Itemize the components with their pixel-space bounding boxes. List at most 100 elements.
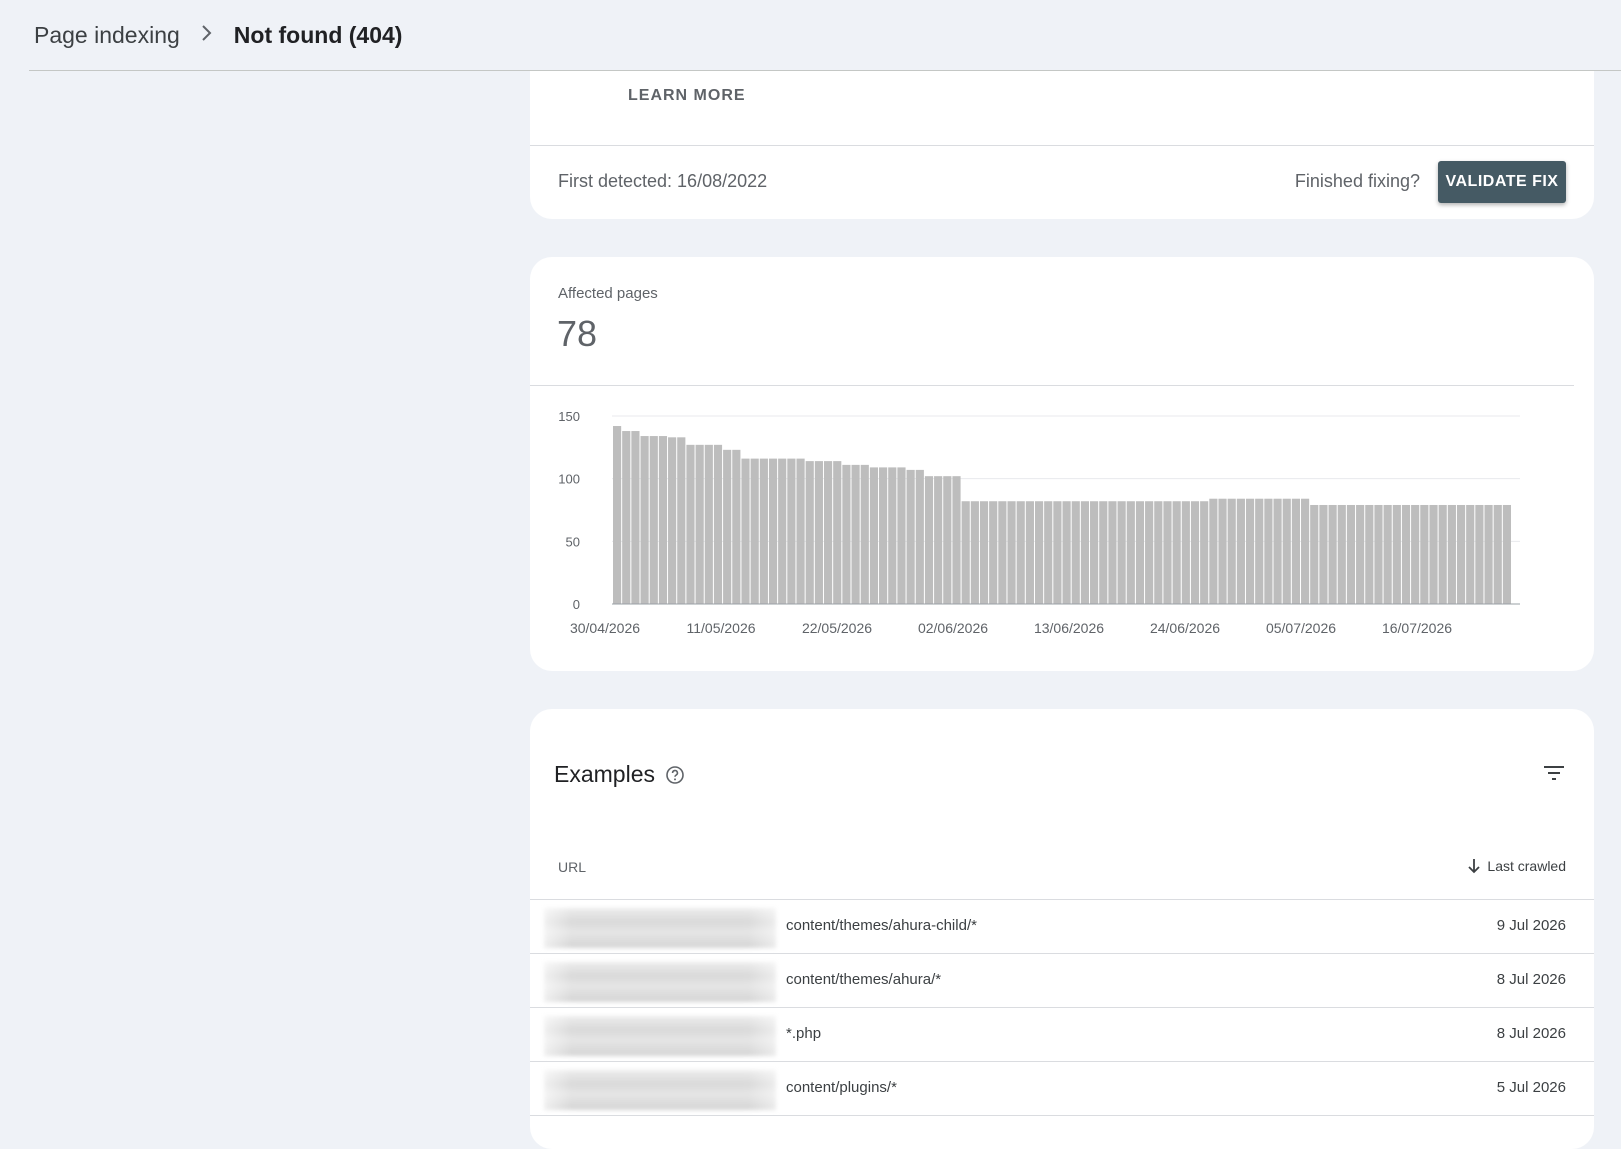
- chart-bar: [1447, 504, 1456, 604]
- y-tick-label: 50: [566, 534, 580, 549]
- affected-pages-card: Affected pages 78 0 50 100 150 30/04/2026 11/…: [530, 257, 1594, 671]
- first-detected-text: First detected: 16/08/2022: [558, 171, 768, 191]
- chart-bar: [668, 437, 677, 604]
- chart-bar: [1420, 504, 1429, 604]
- table-row[interactable]: content/themes/ahura-child/* 9 Jul 2026: [530, 899, 1594, 955]
- chart-bar: [778, 458, 787, 604]
- examples-card: Examples URL Last crawled content/themes…: [530, 709, 1594, 1149]
- chart-bar: [677, 437, 686, 604]
- column-header-last-crawled[interactable]: Last crawled: [1467, 858, 1566, 874]
- chart-bar: [1255, 498, 1264, 604]
- chart-bar: [1209, 498, 1218, 604]
- chart-bar: [1493, 504, 1502, 604]
- filter-icon[interactable]: [1542, 761, 1566, 785]
- column-header-url[interactable]: URL: [558, 859, 586, 875]
- chart-bar: [1117, 501, 1126, 604]
- y-tick-label: 150: [558, 409, 580, 424]
- affected-pages-label: Affected pages: [558, 285, 658, 302]
- table-row[interactable]: *.php 8 Jul 2026: [530, 1007, 1594, 1063]
- chevron-right-icon: [200, 22, 214, 48]
- chart-bar: [1466, 504, 1475, 604]
- issue-details-card: LEARN MORE First detected: 16/08/2022 Fi…: [530, 71, 1594, 219]
- row-last-crawled: 9 Jul 2026: [1496, 917, 1566, 934]
- chart-bar: [1475, 504, 1484, 604]
- chart-bar: [1145, 501, 1154, 604]
- chart-bar: [1392, 504, 1401, 604]
- breadcrumb: Page indexing Not found (404): [29, 0, 1621, 71]
- affected-pages-chart: 0 50 100 150 30/04/2026 11/05/2026 22/05/2026 0…: [558, 409, 1520, 636]
- chart-bar: [750, 458, 759, 604]
- chart-bar: [1429, 504, 1438, 604]
- chart-bar: [695, 444, 704, 604]
- row-last-crawled: 8 Jul 2026: [1496, 1025, 1566, 1042]
- row-url: content/themes/ahura-child/*: [786, 917, 977, 934]
- validate-fix-button[interactable]: VALIDATE FIX: [1438, 161, 1566, 203]
- chart-bar: [1282, 498, 1291, 604]
- row-url: content/plugins/*: [786, 1079, 897, 1096]
- y-tick-label: 0: [573, 597, 580, 612]
- x-tick-label: 11/05/2026: [686, 620, 755, 636]
- chart-bar: [1090, 501, 1099, 604]
- chart-bar: [1172, 501, 1181, 604]
- chart-bar: [915, 469, 924, 604]
- chart-bar: [1383, 504, 1392, 604]
- chart-bar: [823, 461, 833, 604]
- chart-bar: [943, 476, 952, 604]
- chart-bar: [970, 501, 979, 604]
- chart-bar: [888, 467, 897, 604]
- chart-bar: [1365, 504, 1374, 604]
- chart-bar: [1236, 498, 1245, 604]
- chart-bar: [1411, 504, 1420, 604]
- breadcrumb-page-indexing[interactable]: Page indexing: [34, 22, 180, 49]
- chart-bar: [741, 458, 750, 604]
- chart-bar: [1181, 501, 1190, 604]
- chart-bar: [1034, 501, 1044, 604]
- x-tick-label: 24/06/2026: [1150, 620, 1220, 636]
- row-last-crawled: 8 Jul 2026: [1496, 971, 1566, 988]
- chart-bar: [613, 426, 622, 604]
- chart-bar: [851, 464, 860, 604]
- chart-bar: [1374, 504, 1383, 604]
- chart-bar: [796, 458, 805, 604]
- chart-bar: [1071, 501, 1080, 604]
- last-crawled-label: Last crawled: [1487, 858, 1566, 874]
- chart-bar: [1245, 498, 1255, 604]
- table-row[interactable]: content/themes/ahura/* 8 Jul 2026: [530, 953, 1594, 1009]
- chart-bar: [1135, 501, 1145, 604]
- chart-bar: [759, 458, 768, 604]
- learn-more-link[interactable]: LEARN MORE: [628, 87, 746, 105]
- chart-bar: [924, 476, 934, 604]
- redacted-url-prefix: [544, 1070, 776, 1110]
- chart-bar: [1007, 501, 1016, 604]
- chart-bar: [906, 469, 915, 604]
- chart-bar: [1062, 501, 1071, 604]
- chart-bar: [1044, 501, 1053, 604]
- chart-bar: [1016, 501, 1025, 604]
- table-row[interactable]: content/plugins/* 5 Jul 2026: [530, 1061, 1594, 1117]
- x-tick-label: 05/07/2026: [1266, 620, 1336, 636]
- chart-bar: [787, 458, 796, 604]
- chart-bar: [979, 501, 989, 604]
- chart-bar: [1346, 504, 1356, 604]
- chart-bar: [1401, 504, 1411, 604]
- page-title: Not found (404): [233, 21, 403, 48]
- x-tick-label: 16/07/2026: [1382, 620, 1452, 636]
- row-url: content/themes/ahura/*: [786, 971, 942, 988]
- chart-bar: [1264, 498, 1273, 604]
- chart-bar: [860, 464, 869, 604]
- chart-bar: [869, 467, 879, 604]
- chart-bar: [1310, 504, 1319, 604]
- chart-bar: [1502, 504, 1511, 604]
- finished-fixing-label: Finished fixing?: [1294, 171, 1420, 191]
- x-tick-label: 13/06/2026: [1034, 620, 1104, 636]
- chart-bar: [1099, 501, 1108, 604]
- chart-bar: [1301, 498, 1310, 604]
- redacted-url-prefix: [544, 908, 776, 948]
- chart-bar: [1227, 498, 1236, 604]
- chart-bar: [1484, 504, 1493, 604]
- row-url: *.php: [786, 1025, 822, 1042]
- chart-bar: [1273, 498, 1282, 604]
- help-circle-icon[interactable]: [665, 765, 685, 785]
- chart-bar: [842, 464, 851, 604]
- x-tick-label: 30/04/2026: [570, 620, 640, 636]
